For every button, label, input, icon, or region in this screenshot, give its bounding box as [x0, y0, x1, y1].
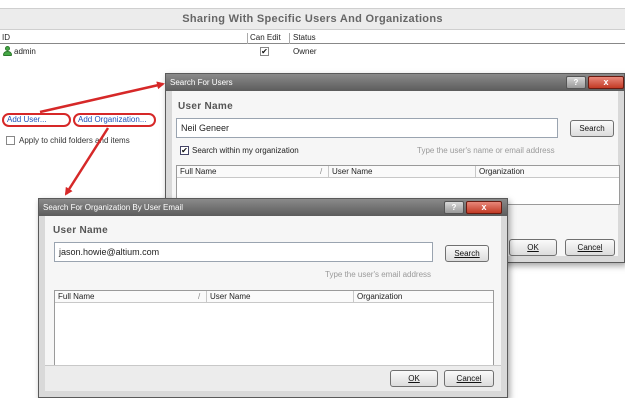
- callout-arrows: [39, 81, 165, 196]
- arrow-to-search-organization: [64, 127, 110, 196]
- arrow-to-search-users: [39, 81, 165, 114]
